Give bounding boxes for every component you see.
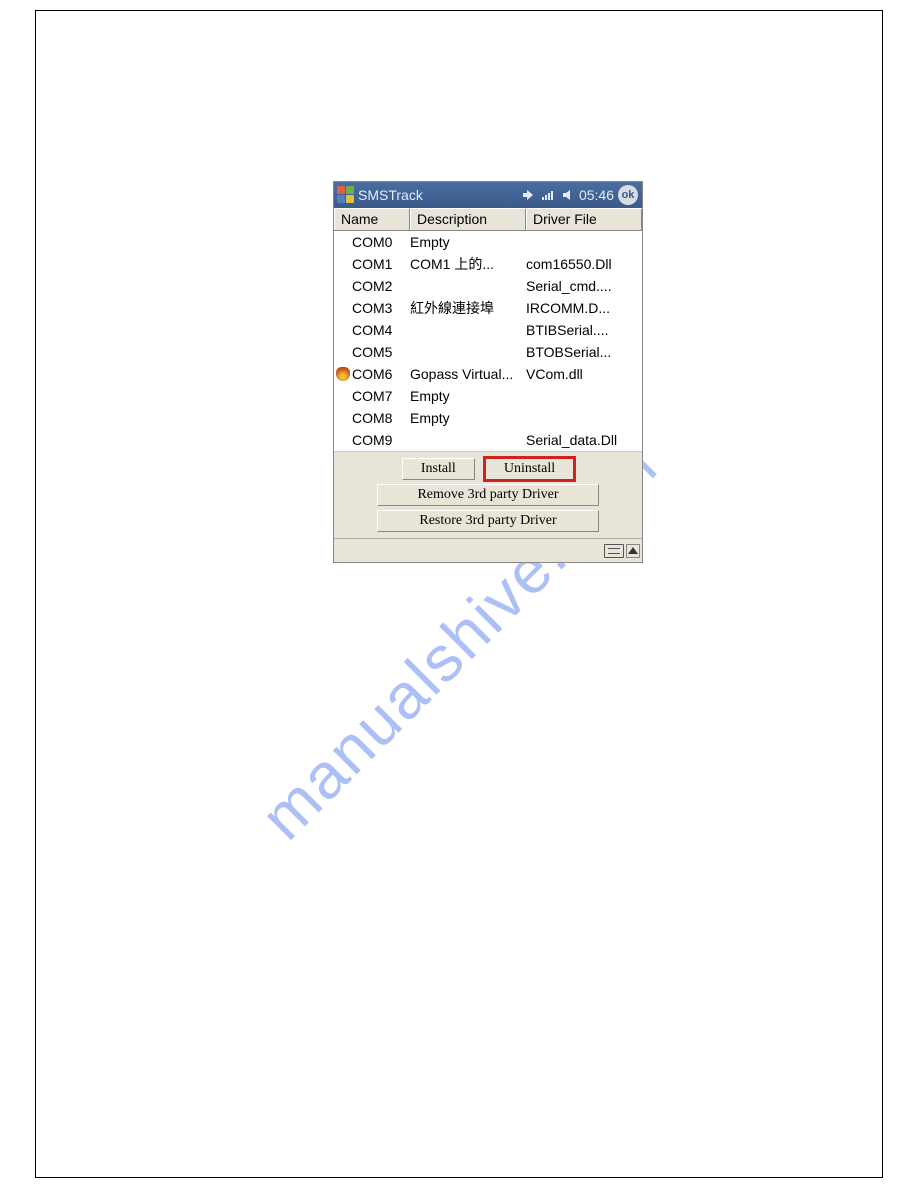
- fire-icon: [336, 367, 350, 381]
- uninstall-button[interactable]: Uninstall: [485, 458, 574, 480]
- row-name: COM2: [352, 278, 410, 294]
- table-row[interactable]: COM0 Empty: [334, 231, 642, 253]
- app-title: SMSTrack: [358, 187, 423, 203]
- table-row[interactable]: COM1 COM1 上的... com16550.Dll: [334, 253, 642, 275]
- row-driver: com16550.Dll: [526, 256, 642, 272]
- install-button[interactable]: Install: [402, 458, 475, 480]
- table-header: Name Description Driver File: [334, 208, 642, 231]
- bottom-bar: [334, 538, 642, 562]
- row-name: COM4: [352, 322, 410, 338]
- row-description: COM1 上的...: [410, 254, 526, 274]
- restore-driver-button[interactable]: Restore 3rd party Driver: [377, 510, 599, 532]
- table-row[interactable]: COM9 Serial_data.Dll: [334, 429, 642, 451]
- table-row[interactable]: COM2 Serial_cmd....: [334, 275, 642, 297]
- row-name: COM3: [352, 300, 410, 316]
- row-description: 紅外線連接埠: [410, 298, 526, 318]
- row-driver: Serial_cmd....: [526, 278, 642, 294]
- row-name: COM9: [352, 432, 410, 448]
- row-driver: BTOBSerial...: [526, 344, 642, 360]
- row-name: COM7: [352, 388, 410, 404]
- ok-button[interactable]: ok: [618, 185, 638, 205]
- signal-icon: [541, 188, 555, 202]
- header-name[interactable]: Name: [334, 209, 410, 230]
- header-driver[interactable]: Driver File: [526, 209, 642, 230]
- row-description: Empty: [410, 234, 526, 250]
- windows-logo-icon[interactable]: [336, 185, 356, 205]
- table-row[interactable]: COM7 Empty: [334, 385, 642, 407]
- row-driver: BTIBSerial....: [526, 322, 642, 338]
- table-row[interactable]: COM5 BTOBSerial...: [334, 341, 642, 363]
- table-row[interactable]: COM4 BTIBSerial....: [334, 319, 642, 341]
- row-name: COM0: [352, 234, 410, 250]
- pocketpc-window: SMSTrack 05:46 ok Name Description Drive…: [333, 181, 643, 563]
- row-driver: IRCOMM.D...: [526, 300, 642, 316]
- button-area: Install Uninstall Remove 3rd party Drive…: [334, 451, 642, 538]
- page-frame: manualshive.com SMSTrack 05:46 ok: [35, 10, 883, 1178]
- keyboard-icon[interactable]: [604, 544, 624, 558]
- row-icon: [334, 367, 352, 381]
- row-name: COM5: [352, 344, 410, 360]
- table-body: COM0 Empty COM1 COM1 上的... com16550.Dll …: [334, 231, 642, 451]
- sync-icon: [521, 188, 535, 202]
- row-name: COM6: [352, 366, 410, 382]
- row-description: Gopass Virtual...: [410, 366, 526, 382]
- table-row[interactable]: COM8 Empty: [334, 407, 642, 429]
- clock-text: 05:46: [579, 187, 614, 203]
- title-bar: SMSTrack 05:46 ok: [334, 182, 642, 208]
- status-icons: [521, 188, 575, 202]
- row-name: COM8: [352, 410, 410, 426]
- row-description: Empty: [410, 410, 526, 426]
- row-driver: Serial_data.Dll: [526, 432, 642, 448]
- row-name: COM1: [352, 256, 410, 272]
- remove-driver-button[interactable]: Remove 3rd party Driver: [377, 484, 599, 506]
- header-description[interactable]: Description: [410, 209, 526, 230]
- table-row[interactable]: COM3 紅外線連接埠 IRCOMM.D...: [334, 297, 642, 319]
- table-row[interactable]: COM6 Gopass Virtual... VCom.dll: [334, 363, 642, 385]
- row-description: Empty: [410, 388, 526, 404]
- row-driver: VCom.dll: [526, 366, 642, 382]
- volume-icon: [561, 188, 575, 202]
- chevron-up-icon[interactable]: [626, 544, 640, 558]
